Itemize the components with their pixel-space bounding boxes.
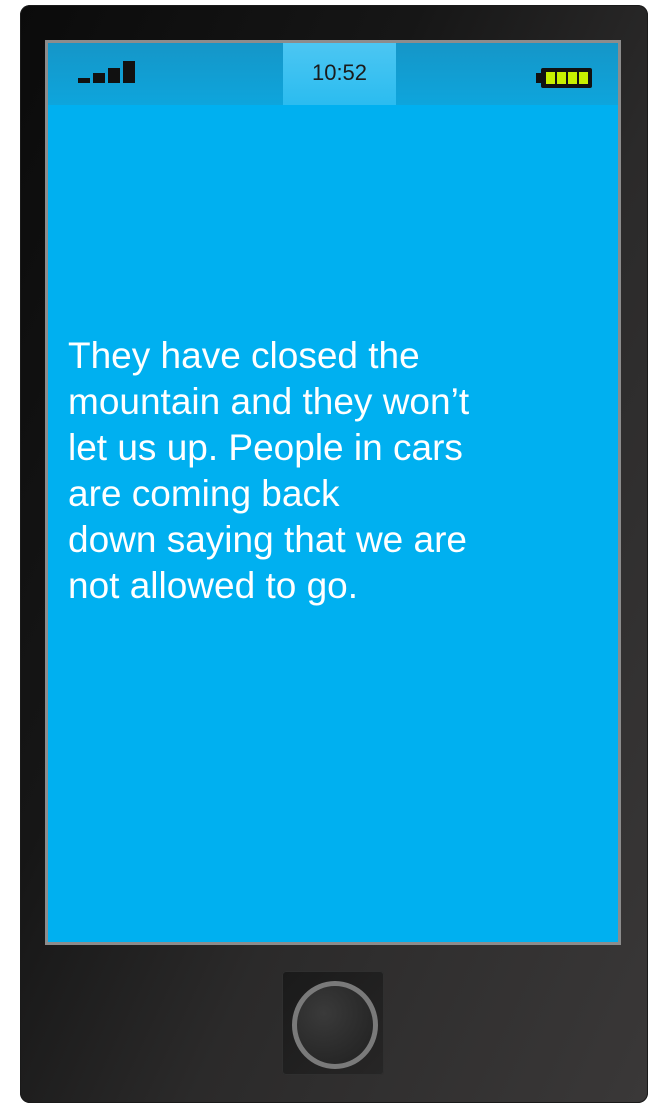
signal-bar-1 <box>78 78 90 83</box>
battery-cell-3 <box>568 72 577 84</box>
battery-terminal <box>536 73 541 83</box>
signal-bar-2 <box>93 73 105 83</box>
battery-icon <box>536 68 592 88</box>
home-button[interactable] <box>282 971 384 1075</box>
battery-cell-1 <box>546 72 555 84</box>
signal-bar-4 <box>123 61 135 83</box>
battery-cell-4 <box>579 72 588 84</box>
home-button-icon <box>292 981 378 1069</box>
phone-frame: 10:52 They have closed the mountain and … <box>20 5 648 1103</box>
phone-screen: 10:52 They have closed the mountain and … <box>48 43 618 942</box>
battery-cell-2 <box>557 72 566 84</box>
status-bar: 10:52 <box>48 43 618 105</box>
status-clock: 10:52 <box>311 60 368 85</box>
message-text: They have closed the mountain and they w… <box>68 335 470 606</box>
signal-bar-3 <box>108 68 120 83</box>
signal-strength-icon <box>78 61 135 83</box>
